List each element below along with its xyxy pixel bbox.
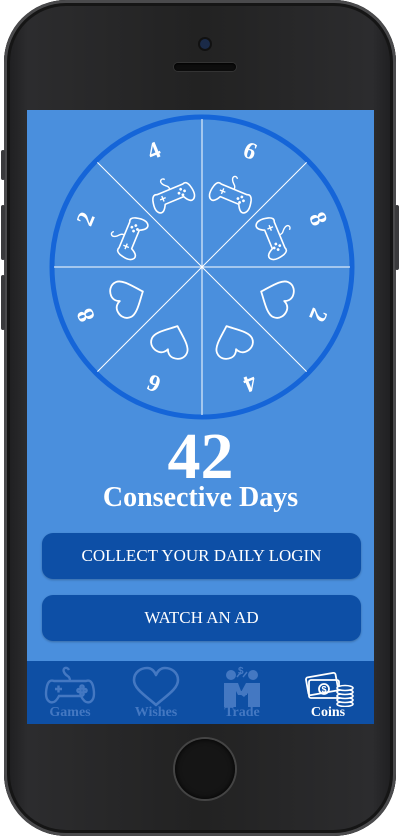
tab-label-trade: Trade xyxy=(224,705,260,720)
tab-label-games: Games xyxy=(49,705,91,720)
home-button[interactable] xyxy=(175,739,235,799)
tab-wishes[interactable]: Wishes xyxy=(113,661,199,724)
tab-trade[interactable]: $ Trade xyxy=(199,661,285,724)
streak-label: Consective Days xyxy=(102,482,299,513)
volume-up-button xyxy=(1,205,5,260)
volume-down-button xyxy=(1,275,5,330)
heart-icon xyxy=(132,666,180,707)
power-button xyxy=(395,205,399,270)
tab-games[interactable]: Games xyxy=(27,661,113,724)
tab-bar: Games Wishes $ Trade $ Coins xyxy=(27,661,374,724)
trade-icon: $ xyxy=(224,666,260,707)
tab-label-wishes: Wishes xyxy=(134,705,178,720)
reward-wheel[interactable]: 68246824 xyxy=(49,114,355,420)
silent-switch xyxy=(1,150,5,180)
svg-text:$: $ xyxy=(322,685,327,695)
front-camera xyxy=(200,39,210,49)
gamepad-icon xyxy=(44,666,96,704)
tab-coins[interactable]: $ Coins xyxy=(285,661,371,724)
earpiece-speaker xyxy=(174,63,236,71)
coins-icon: $ xyxy=(305,671,354,707)
collect-daily-login-button[interactable]: COLLECT YOUR DAILY LOGIN xyxy=(42,533,361,579)
tab-label-coins: Coins xyxy=(310,705,346,720)
watch-ad-button[interactable]: WATCH AN AD xyxy=(42,595,361,641)
app-screen: 68246824 42 Consective Days COLLECT YOUR… xyxy=(27,110,374,724)
